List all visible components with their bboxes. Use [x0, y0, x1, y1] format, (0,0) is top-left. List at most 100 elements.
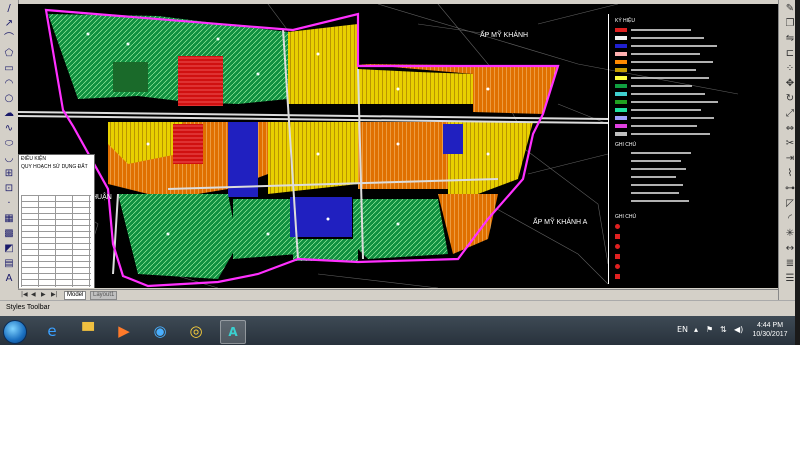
- gradient-tool-icon[interactable]: ▩: [3, 228, 15, 240]
- legend-entry-text: [631, 85, 692, 87]
- legend-swatch: [615, 36, 627, 40]
- legend-entry-text: [631, 109, 701, 111]
- network-status-icon[interactable]: ⇅: [720, 325, 727, 334]
- region-tool-icon[interactable]: ◩: [3, 243, 15, 255]
- polyline-tool-icon[interactable]: ⌒: [3, 33, 15, 45]
- last-layout-button[interactable]: ▶|: [51, 291, 59, 298]
- clock-time: 4:44 PM: [756, 322, 784, 329]
- legend-note-line: [631, 152, 691, 154]
- hatch-tool-icon[interactable]: ▦: [3, 213, 15, 225]
- legend-swatch: [615, 132, 627, 136]
- tab-layout1[interactable]: Layout1: [90, 291, 118, 300]
- tab-model[interactable]: Model: [64, 291, 87, 300]
- legend-swatch: [615, 124, 627, 128]
- legend-swatch: [615, 76, 627, 80]
- area-label-my-khanh: ẤP MỸ KHÁNH: [480, 29, 528, 39]
- legend-entry-text: [631, 125, 697, 127]
- legend-swatch: [615, 52, 627, 56]
- windows-taskbar: e ▀ ▶ ◉ ◎ A EN ▴ ⚑ ⇅ ◀) 4:44 PM 10/30/20…: [0, 316, 800, 345]
- legend-entry-text: [631, 37, 704, 39]
- first-layout-button[interactable]: |◀: [21, 291, 29, 298]
- legend-note-line: [631, 184, 683, 186]
- spline-tool-icon[interactable]: ∿: [3, 123, 15, 135]
- legend-entry-text: [631, 93, 705, 95]
- legend-entry-text: [631, 29, 691, 31]
- ellipse-tool-icon[interactable]: ⬭: [3, 138, 15, 150]
- show-hidden-icons-icon[interactable]: ▴: [694, 325, 698, 334]
- properties-table-title: ĐIỀU KIỆN: [21, 156, 47, 162]
- red-circle-icon: [615, 264, 620, 269]
- legend-entry-text: [631, 117, 714, 119]
- volume-icon[interactable]: ◀): [734, 325, 743, 334]
- legend-notes-title: GHI CHÚ: [615, 142, 637, 148]
- red-square-icon: [615, 274, 620, 279]
- insert-block-icon[interactable]: ⊞: [3, 168, 15, 180]
- start-button[interactable]: [3, 320, 27, 344]
- legend-swatch: [615, 68, 627, 72]
- legend-entry-text: [631, 45, 717, 47]
- clock-date: 10/30/2017: [752, 331, 788, 338]
- rectangle-tool-icon[interactable]: ▭: [3, 63, 15, 75]
- draw-toolbar: / ↗ ⌒ ⬠ ▭ ◠ ○ ☁ ∿ ⬭ ◡ ⊞ ⊡ · ▦ ▩ ◩ ▤ A: [0, 0, 19, 300]
- status-bar: Styles Toolbar: [0, 300, 800, 315]
- layout-tab-bar: |◀ ◀ ▶ ▶| Model Layout1: [18, 289, 778, 300]
- legend-swatch: [615, 116, 627, 120]
- legend-swatch: [615, 28, 627, 32]
- legend-entry-text: [631, 101, 718, 103]
- legend-entry-text: [631, 53, 700, 55]
- arc-tool-icon[interactable]: ◠: [3, 78, 15, 90]
- drawing-canvas[interactable]: ẤP BÌNH THUẬN ẤP MỸ KHÁNH ẤP MỸ KHÁNH A …: [18, 4, 778, 288]
- legend-swatch: [615, 84, 627, 88]
- next-layout-button[interactable]: ▶: [41, 291, 49, 298]
- language-indicator[interactable]: EN: [677, 325, 688, 334]
- properties-table-subtitle: QUY HOẠCH SỬ DỤNG ĐẤT: [21, 164, 88, 170]
- action-center-flag-icon[interactable]: ⚑: [706, 325, 713, 334]
- autocad-window: / ↗ ⌒ ⬠ ▭ ◠ ○ ☁ ∿ ⬭ ◡ ⊞ ⊡ · ▦ ▩ ◩ ▤ A TH…: [0, 0, 800, 345]
- legend-entry-text: [631, 133, 710, 135]
- circle-tool-icon[interactable]: ○: [3, 93, 15, 105]
- media-player-icon[interactable]: ▶: [112, 320, 136, 342]
- legend-swatch: [615, 108, 627, 112]
- screen-edge: [795, 0, 800, 345]
- legend-title: KÝ HIỆU: [615, 18, 636, 24]
- legend-note-line: [631, 176, 676, 178]
- previous-layout-button[interactable]: ◀: [31, 291, 39, 298]
- revision-cloud-icon[interactable]: ☁: [3, 108, 15, 120]
- red-circle-icon: [615, 224, 620, 229]
- make-block-icon[interactable]: ⊡: [3, 183, 15, 195]
- legend-swatch: [615, 60, 627, 64]
- legend-swatch: [615, 44, 627, 48]
- polygon-tool-icon[interactable]: ⬠: [3, 48, 15, 60]
- properties-table-grid: [21, 195, 91, 287]
- file-explorer-icon[interactable]: ▀: [76, 320, 100, 342]
- system-clock[interactable]: 4:44 PM 10/30/2017: [748, 321, 792, 339]
- autocad-icon[interactable]: A: [220, 320, 246, 344]
- legend-note-line: [631, 192, 679, 194]
- chrome-icon[interactable]: ◎: [184, 320, 208, 342]
- land-use-zones: [48, 14, 558, 279]
- red-circle-icon: [615, 244, 620, 249]
- legend-symbols-title: GHI CHÚ: [615, 214, 637, 220]
- internet-explorer-icon[interactable]: e: [40, 320, 64, 342]
- ellipse-arc-icon[interactable]: ◡: [3, 153, 15, 165]
- legend-note-line: [631, 168, 686, 170]
- point-tool-icon[interactable]: ·: [3, 198, 15, 210]
- properties-table-palette[interactable]: ĐIỀU KIỆN QUY HOẠCH SỬ DỤNG ĐẤT: [18, 154, 95, 288]
- area-label-my-khanh-a: ẤP MỸ KHÁNH A: [533, 216, 588, 226]
- multiline-text-icon[interactable]: A: [3, 273, 15, 285]
- legend-note-line: [631, 200, 689, 202]
- red-square-icon: [615, 254, 620, 259]
- table-tool-icon[interactable]: ▤: [3, 258, 15, 270]
- status-text: Styles Toolbar: [6, 304, 50, 311]
- legend-panel: KÝ HIỆU GHI CHÚ GHI CHÚ: [608, 14, 775, 284]
- legend-entry-text: [631, 61, 713, 63]
- legend-entry-text: [631, 77, 709, 79]
- legend-swatch: [615, 92, 627, 96]
- line-tool-icon[interactable]: /: [3, 3, 15, 15]
- legend-note-line: [631, 160, 681, 162]
- construction-line-icon[interactable]: ↗: [3, 18, 15, 30]
- legend-entry-text: [631, 69, 696, 71]
- legend-swatch: [615, 100, 627, 104]
- red-square-icon: [615, 234, 620, 239]
- network-icon[interactable]: ◉: [148, 320, 172, 342]
